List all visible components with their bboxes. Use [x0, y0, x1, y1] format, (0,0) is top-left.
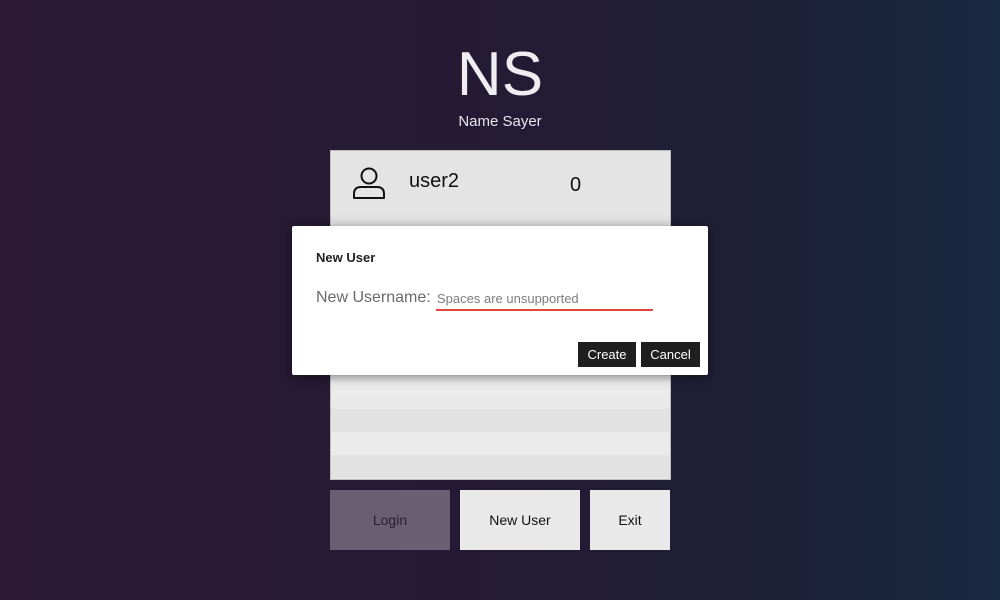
user-icon	[351, 165, 387, 201]
new-user-button[interactable]: New User	[460, 490, 580, 550]
app-title: NS	[456, 40, 544, 109]
empty-list-row	[331, 409, 670, 432]
user-list-item[interactable]: user2 0	[331, 151, 670, 215]
empty-list-row	[331, 455, 670, 478]
exit-button[interactable]: Exit	[590, 490, 670, 550]
user-score: 0	[570, 174, 582, 196]
user-name: user2	[409, 170, 460, 192]
app-subtitle: Name Sayer	[458, 113, 542, 130]
empty-list-row	[331, 432, 670, 455]
create-button[interactable]: Create	[578, 342, 636, 367]
cancel-button[interactable]: Cancel	[641, 342, 700, 367]
new-user-dialog: New User New Username: Create Cancel	[292, 226, 708, 375]
login-button[interactable]: Login	[330, 490, 450, 550]
username-label: New Username:	[316, 289, 431, 306]
dialog-title: New User	[316, 250, 376, 265]
empty-list-row	[331, 376, 670, 399]
username-input[interactable]	[436, 287, 653, 311]
